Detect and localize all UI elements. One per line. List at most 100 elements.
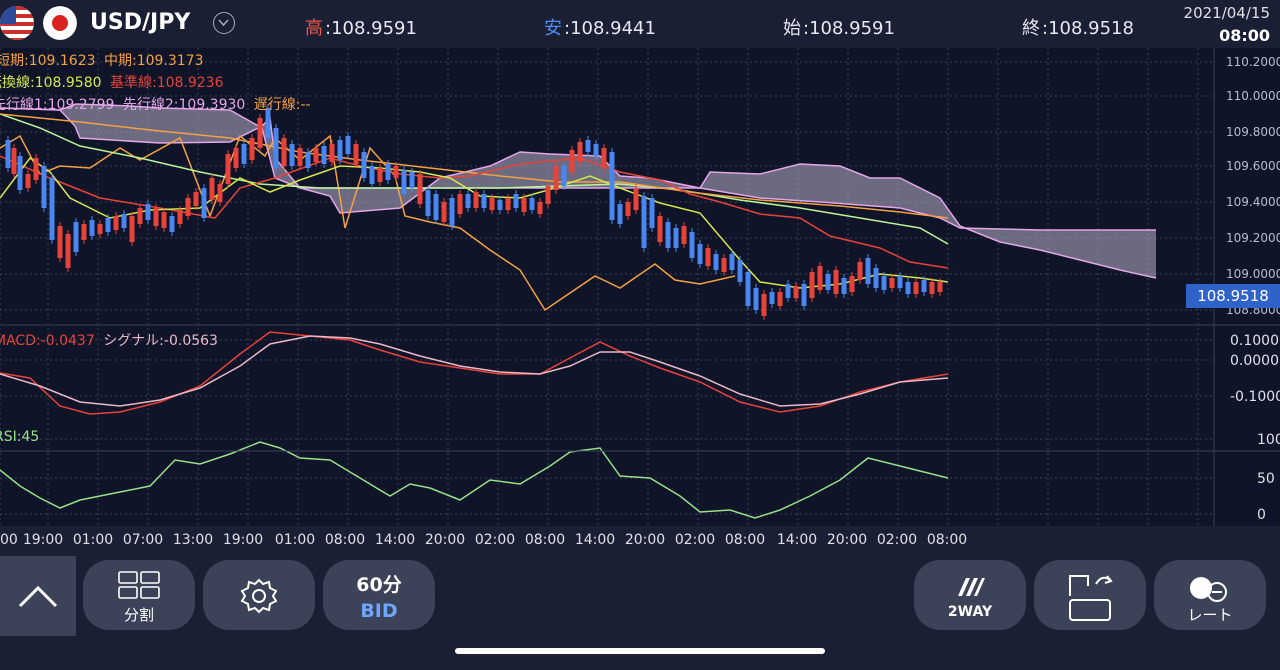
candle-body <box>281 138 287 166</box>
price-axis-tick: 110.0000 <box>1226 89 1280 103</box>
time-axis-tick: 20:00 <box>826 532 868 548</box>
two-way-button[interactable]: 2WAY <box>914 560 1026 630</box>
time-axis-tick: 02:00 <box>474 532 516 548</box>
macd-axis-tick: 0.0000 <box>1230 353 1279 369</box>
candle-body <box>865 258 871 284</box>
time-axis-tick: 01:00 <box>274 532 316 548</box>
candle-body <box>217 184 223 202</box>
senkou1-value: 先行線1:109.2799 <box>0 97 115 113</box>
candle-body <box>849 276 855 292</box>
candle-body <box>937 282 943 292</box>
candle-body <box>465 194 471 208</box>
candle-body <box>905 282 911 294</box>
settings-button[interactable] <box>203 560 315 630</box>
candle-body <box>673 228 679 248</box>
candle-body <box>313 148 319 162</box>
two-way-label: 2WAY <box>947 604 993 620</box>
candle-body <box>801 284 807 306</box>
time-axis-tick: 02:00 <box>674 532 716 548</box>
candle-body <box>721 258 727 272</box>
candle-body <box>25 174 31 188</box>
candle-body <box>505 198 511 210</box>
close-price-label: 終 <box>1022 18 1040 39</box>
candle-body <box>561 166 567 186</box>
candle-body <box>337 140 343 160</box>
candle-body <box>777 292 783 306</box>
split-button[interactable]: 分割 <box>83 560 195 630</box>
ichimoku-cloud <box>0 104 1156 278</box>
gear-icon <box>240 578 278 614</box>
chart-area[interactable]: 110.2000 110.0000 109.8000 109.6000 109.4000… <box>0 48 1280 554</box>
time-axis-tick: 08:00 <box>926 532 968 548</box>
candle-body <box>433 194 439 220</box>
candle-body <box>241 144 247 164</box>
price-axis-tick: 109.6000 <box>1226 159 1280 173</box>
ma-indicator-row: 短期:109.1623 中期:109.3173 <box>0 50 204 70</box>
pair-chevron-down-icon[interactable] <box>213 12 235 34</box>
rate-coins-icon <box>1190 577 1227 602</box>
candle-body <box>225 154 231 184</box>
candle-body <box>249 138 255 160</box>
rsi-axis-tick: 0 <box>1257 507 1266 523</box>
candle-body <box>657 216 663 242</box>
low-price: 安:108.9441 <box>544 14 656 40</box>
rate-button[interactable]: レート <box>1154 560 1266 630</box>
time-axis-tick: 02:00 <box>876 532 918 548</box>
candle-body <box>449 198 455 226</box>
candle-body <box>233 148 239 168</box>
candle-body <box>297 148 303 166</box>
candle-body <box>97 224 103 234</box>
candle-body <box>393 166 399 178</box>
layout-button[interactable] <box>1034 560 1146 630</box>
candle-body <box>545 186 551 204</box>
candle-body <box>521 198 527 212</box>
chart-canvas[interactable]: 110.2000 110.0000 109.8000 109.6000 109.4000… <box>0 48 1280 526</box>
candle-body <box>193 192 199 206</box>
candle-body <box>377 168 383 182</box>
layout-swap-icon <box>1069 575 1113 621</box>
candle-body <box>913 282 919 294</box>
close-price: 終:108.9518 <box>1022 14 1134 40</box>
candle-body <box>361 152 367 178</box>
time-axis-tick: 08:00 <box>324 532 366 548</box>
signal-value: シグナル:-0.0563 <box>103 333 218 349</box>
candle-body <box>873 268 879 288</box>
candle-body <box>793 286 799 298</box>
time-axis-tick: 14:00 <box>776 532 818 548</box>
candle-body <box>769 292 775 304</box>
candle-body <box>921 280 927 292</box>
high-price: 高:108.9591 <box>305 14 417 40</box>
current-price-label: 108.9518 <box>1197 287 1269 305</box>
candle-body <box>881 276 887 290</box>
candle-body <box>321 146 327 164</box>
two-way-icon <box>958 578 985 596</box>
collapse-button[interactable] <box>0 556 76 636</box>
candle-body <box>257 118 263 148</box>
grid-split-icon <box>118 571 160 599</box>
candle-body <box>329 144 335 162</box>
price-type-label: BID <box>360 600 398 622</box>
rate-label: レート <box>1187 606 1233 624</box>
candle-body <box>593 144 599 156</box>
price-axis-tick: 109.0000 <box>1226 267 1280 281</box>
rsi-line <box>0 441 949 519</box>
currency-pair-title[interactable]: USD/JPY <box>90 10 190 35</box>
candle-body <box>81 224 87 240</box>
header-date: 2021/04/15 <box>1183 4 1270 22</box>
open-price: 始:108.9591 <box>783 14 895 40</box>
candle-body <box>89 220 95 236</box>
time-axis-tick: 14:00 <box>574 532 616 548</box>
candle-body <box>513 194 519 208</box>
interval-button[interactable]: 60分 BID <box>323 560 435 630</box>
time-axis-tick: 20:00 <box>624 532 666 548</box>
candle-body <box>5 140 11 168</box>
rsi-axis-tick: 100 <box>1257 432 1280 448</box>
candle-body <box>481 194 487 208</box>
price-axis-tick: 109.2000 <box>1226 231 1280 245</box>
candle-body <box>713 254 719 270</box>
macd-value: MACD:-0.0437 <box>0 333 95 349</box>
candle-body <box>49 178 55 240</box>
macd-indicator-row: MACD:-0.0437 シグナル:-0.0563 <box>0 330 218 350</box>
candle-body <box>289 144 295 166</box>
candle-body <box>681 226 687 244</box>
